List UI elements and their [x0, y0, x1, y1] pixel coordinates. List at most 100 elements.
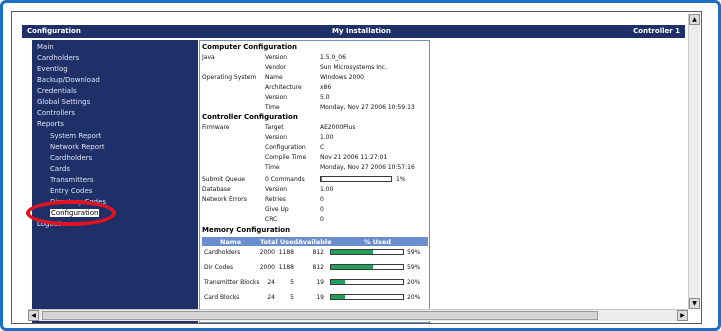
col-total-header: Total — [260, 238, 278, 246]
configuration-panel: Computer Configuration Java Version 1.5.… — [199, 40, 430, 323]
computer-config-heading: Computer Configuration — [202, 43, 298, 51]
memory-row-percent: 20% — [407, 294, 421, 301]
java-version-key: Version — [265, 54, 288, 61]
memory-row-usage-bar — [330, 279, 404, 285]
scroll-right-button[interactable]: ▶ — [677, 310, 688, 321]
submit-queue-bar-fill — [321, 177, 322, 181]
controller-time-key: Time — [265, 164, 280, 171]
memory-row-percent: 59% — [407, 264, 421, 271]
os-version-key: Version — [265, 94, 288, 101]
firmware-version-value: 1.00 — [320, 134, 334, 141]
horizontal-scrollbar[interactable]: ◀ ▶ — [28, 309, 688, 321]
firmware-label: Firmware — [202, 124, 230, 131]
network-errors-label: Network Errors — [202, 196, 247, 203]
col-percent-header: % Used — [364, 238, 391, 246]
os-arch-value: x86 — [320, 84, 332, 91]
os-arch-key: Architecture — [265, 84, 302, 91]
computer-time-value: Monday, Nov 27 2006 10:59:13 — [320, 104, 415, 111]
controller-config-heading: Controller Configuration — [202, 113, 298, 121]
horizontal-scroll-thumb[interactable] — [42, 311, 598, 320]
memory-row-used: 5 — [290, 294, 294, 301]
memory-row-total: 24 — [267, 279, 275, 286]
sidebar-item-cards[interactable]: Cards — [50, 165, 70, 173]
col-name-header: Name — [220, 238, 242, 246]
compile-time-key: Compile Time — [265, 154, 307, 161]
scroll-left-button[interactable]: ◀ — [28, 310, 39, 321]
highlight-ring — [26, 200, 116, 226]
memory-row-percent: 20% — [407, 279, 421, 286]
submit-queue-percent: 1% — [396, 176, 406, 183]
crc-key: CRC — [265, 216, 278, 223]
memory-row-name: Transmitter Blocks — [204, 279, 260, 286]
compile-time-value: Nov 21 2006 11:27:01 — [320, 154, 388, 161]
retries-key: Retries — [265, 196, 286, 203]
sidebar-item-cardholders-report[interactable]: Cardholders — [50, 154, 92, 162]
header-installation-name: My Installation — [332, 27, 391, 35]
retries-value: 0 — [320, 196, 324, 203]
sidebar-item-eventlog[interactable]: Eventlog — [37, 65, 68, 73]
target-value: AE2000Plus — [320, 124, 356, 131]
header-bar: Configuration My Installation Controller… — [22, 25, 685, 38]
sidebar-item-cardholders[interactable]: Cardholders — [37, 54, 79, 62]
java-label: Java — [202, 54, 215, 61]
sidebar-item-backup-download[interactable]: Backup/Download — [37, 76, 100, 84]
computer-time-key: Time — [265, 104, 280, 111]
target-key: Target — [265, 124, 284, 131]
sidebar-item-system-report[interactable]: System Report — [50, 132, 102, 140]
sidebar-item-network-report[interactable]: Network Report — [50, 143, 105, 151]
configuration-key: Configuration — [265, 144, 306, 151]
memory-row-name: Dir Codes — [204, 264, 234, 271]
sidebar-item-credentials[interactable]: Credentials — [37, 87, 77, 95]
memory-row-name: Cardholders — [204, 249, 241, 256]
memory-config-heading: Memory Configuration — [202, 226, 291, 234]
sidebar-item-reports[interactable]: Reports — [37, 120, 64, 128]
memory-row-available: 812 — [312, 264, 324, 271]
sidebar-item-main[interactable]: Main — [37, 43, 54, 51]
configuration-value: C — [320, 144, 325, 151]
memory-row-usage-bar — [330, 264, 404, 270]
give-up-value: 0 — [320, 206, 324, 213]
sidebar-item-controllers[interactable]: Controllers — [37, 109, 75, 117]
firmware-version-key: Version — [265, 134, 288, 141]
memory-row-usage-fill — [331, 265, 374, 269]
memory-row-available: 812 — [312, 249, 324, 256]
java-vendor-key: Vendor — [265, 64, 287, 71]
give-up-key: Give Up — [265, 206, 289, 213]
memory-row-usage-bar — [330, 294, 404, 300]
memory-row-name: Card Blocks — [204, 294, 240, 301]
col-used-header: Used — [280, 238, 299, 246]
sidebar-item-transmitters[interactable]: Transmitters — [50, 176, 94, 184]
vertical-scrollbar[interactable]: ▲ ▼ — [688, 14, 700, 309]
crc-value: 0 — [320, 216, 324, 223]
submit-queue-value: 0 Commands — [265, 176, 305, 183]
memory-row-usage-bar — [330, 249, 404, 255]
header-section-title: Configuration — [27, 27, 81, 35]
database-version-key: Version — [265, 186, 288, 193]
sidebar-item-global-settings[interactable]: Global Settings — [37, 98, 90, 106]
memory-row-total: 2000 — [259, 249, 275, 256]
memory-row-used: 5 — [290, 279, 294, 286]
java-vendor-value: Sun Microsystems Inc. — [320, 64, 387, 71]
os-name-value: Windows 2000 — [320, 74, 364, 81]
header-controller-name: Controller 1 — [633, 27, 680, 35]
memory-row-percent: 59% — [407, 249, 421, 256]
memory-row-used: 1188 — [278, 249, 294, 256]
database-version-value: 1.00 — [320, 186, 334, 193]
os-name-key: Name — [265, 74, 283, 81]
database-label: Database — [202, 186, 231, 193]
memory-table-header: Name Total Used Available % Used — [202, 237, 428, 246]
controller-time-value: Monday, Nov 27 2006 10:57:16 — [320, 164, 415, 171]
memory-row-available: 19 — [316, 279, 324, 286]
scroll-down-button[interactable]: ▼ — [689, 298, 700, 309]
col-available-header: Available — [298, 238, 332, 246]
memory-row-available: 19 — [316, 294, 324, 301]
java-version-value: 1.5.0_06 — [320, 54, 346, 61]
sidebar-item-entry-codes[interactable]: Entry Codes — [50, 187, 92, 195]
memory-row-used: 1188 — [278, 264, 294, 271]
memory-row-usage-fill — [331, 295, 346, 299]
os-label: Operating System — [202, 74, 257, 81]
submit-queue-label: Submit Queue — [202, 176, 245, 183]
memory-row-total: 24 — [267, 294, 275, 301]
scroll-up-button[interactable]: ▲ — [689, 14, 700, 25]
memory-row-usage-fill — [331, 280, 346, 284]
